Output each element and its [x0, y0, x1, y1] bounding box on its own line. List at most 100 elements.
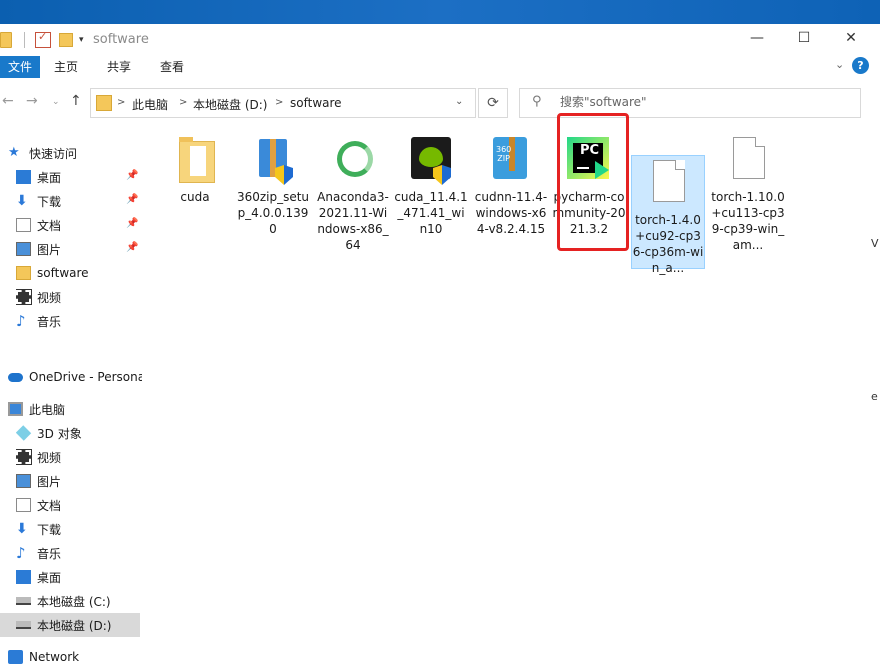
- forward-icon[interactable]: →: [26, 93, 38, 109]
- address-bar[interactable]: > 此电脑 > 本地磁盘 (D:) > software ⌄: [90, 88, 476, 118]
- nav-this-pc[interactable]: 此电脑: [8, 397, 148, 421]
- music-icon: ♪: [16, 312, 26, 330]
- close-button[interactable]: ✕: [836, 30, 866, 46]
- folder-icon: [0, 32, 12, 48]
- computer-icon: [8, 402, 23, 416]
- pin-icon[interactable]: 📌: [126, 218, 138, 229]
- ribbon-tabs: 文件 主页 共享 查看 ⌄ ?: [0, 56, 880, 80]
- network-icon: [8, 650, 23, 664]
- breadcrumb-drive-d[interactable]: 本地磁盘 (D:): [193, 96, 267, 113]
- back-icon[interactable]: ←: [2, 93, 14, 109]
- highlight-annotation: [557, 113, 629, 251]
- navigation-pane: ★ 快速访问 桌面 📌 ⬇ 下载 📌 文档 📌 图片 📌 software 视频…: [0, 134, 142, 671]
- nav-label: 音乐: [37, 546, 62, 561]
- nav-item-music[interactable]: ♪ 音乐: [16, 309, 156, 333]
- pin-icon[interactable]: 📌: [126, 170, 138, 181]
- nav-network[interactable]: Network: [8, 645, 148, 669]
- nav-item-pc-downloads[interactable]: ⬇ 下载: [16, 517, 156, 541]
- nav-item-pc-pictures[interactable]: 图片: [16, 469, 156, 493]
- nvidia-icon: [407, 137, 455, 185]
- download-icon: ⬇: [16, 521, 28, 537]
- music-icon: ♪: [16, 544, 26, 562]
- nav-item-pc-music[interactable]: ♪ 音乐: [16, 541, 156, 565]
- file-item-cuda[interactable]: cuda: [158, 137, 232, 205]
- nav-label: 图片: [37, 474, 62, 489]
- refresh-button[interactable]: ⟳: [478, 88, 508, 118]
- nav-onedrive[interactable]: OneDrive - Persona: [8, 365, 142, 389]
- pin-icon[interactable]: 📌: [126, 242, 138, 253]
- desktop-icon: [16, 170, 31, 184]
- nav-label: 本地磁盘 (D:): [37, 618, 112, 633]
- videos-icon: [16, 449, 32, 465]
- up-icon[interactable]: ↑: [70, 93, 82, 109]
- file-item-torch-14[interactable]: torch-1.4.0+cu92-cp36-cp36m-win_a...: [631, 155, 705, 275]
- nav-label: OneDrive - Persona: [29, 370, 142, 384]
- nav-label: software: [37, 266, 89, 280]
- documents-icon: [16, 498, 31, 512]
- tab-view[interactable]: 查看: [160, 56, 184, 78]
- nav-label: 下载: [37, 194, 62, 209]
- nav-item-3d-objects[interactable]: 3D 对象: [16, 421, 156, 445]
- customize-toolbar-icon[interactable]: ▾: [79, 35, 84, 45]
- collapse-ribbon-icon[interactable]: ⌄: [835, 58, 844, 71]
- quick-access-toolbar: ▾: [0, 30, 84, 48]
- window-title: software: [93, 32, 149, 47]
- chevron-right-icon: >: [275, 97, 284, 108]
- recent-locations-icon[interactable]: ⌄: [52, 97, 60, 107]
- file-item-cudnn[interactable]: 360 ZIP cudnn-11.4-windows-x64-v8.2.4.15: [474, 137, 548, 237]
- zip-badge: 360 ZIP: [496, 145, 512, 163]
- file-name: 360zip_setup_4.0.0.1390: [236, 190, 310, 236]
- chevron-right-icon: >: [179, 97, 188, 108]
- documents-icon: [16, 218, 31, 232]
- nav-quick-access[interactable]: ★ 快速访问: [8, 141, 148, 165]
- pin-icon[interactable]: 📌: [126, 194, 138, 205]
- nav-label: 视频: [37, 450, 62, 465]
- file-item-anaconda[interactable]: Anaconda3-2021.11-Windows-x86_64: [316, 137, 390, 253]
- nav-item-software[interactable]: software: [16, 261, 156, 285]
- minimize-button[interactable]: —: [742, 30, 772, 46]
- edge-fragment: V: [871, 237, 879, 250]
- file-item-torch-110[interactable]: torch-1.10.0+cu113-cp39-cp39-win_am...: [711, 137, 785, 253]
- nav-label: 文档: [37, 498, 62, 513]
- new-folder-icon[interactable]: [59, 33, 73, 47]
- anaconda-icon: [329, 137, 377, 185]
- file-item-cuda-installer[interactable]: cuda_11.4.1_471.41_win10: [394, 137, 468, 237]
- search-icon: ⚲: [532, 94, 542, 109]
- chevron-down-icon[interactable]: ⌄: [455, 96, 463, 107]
- desktop-background: [0, 0, 880, 24]
- properties-icon[interactable]: [35, 30, 51, 48]
- download-icon: ⬇: [16, 193, 28, 209]
- nav-label: 3D 对象: [37, 426, 82, 441]
- drive-icon: [16, 597, 31, 605]
- nav-label: 快速访问: [29, 146, 78, 161]
- tab-share[interactable]: 共享: [107, 56, 131, 78]
- folder-icon: [96, 95, 112, 111]
- file-item-360zip[interactable]: 360zip_setup_4.0.0.1390: [236, 137, 310, 237]
- nav-item-drive-d[interactable]: 本地磁盘 (D:): [0, 613, 140, 637]
- cloud-icon: [8, 372, 23, 382]
- help-icon[interactable]: ?: [852, 57, 869, 74]
- search-input[interactable]: [558, 94, 852, 110]
- nav-item-videos[interactable]: 视频: [16, 285, 156, 309]
- desktop-icon: [16, 570, 31, 584]
- file-name: Anaconda3-2021.11-Windows-x86_64: [317, 190, 389, 252]
- nav-label: 下载: [37, 522, 62, 537]
- chevron-right-icon: >: [117, 97, 126, 108]
- nav-item-pc-documents[interactable]: 文档: [16, 493, 156, 517]
- nav-label: 此电脑: [29, 402, 66, 417]
- nav-item-drive-c[interactable]: 本地磁盘 (C:): [16, 589, 156, 613]
- breadcrumb-this-pc[interactable]: 此电脑: [132, 96, 168, 113]
- nav-label: 音乐: [37, 314, 62, 329]
- installer-icon: [249, 137, 297, 185]
- nav-item-pc-videos[interactable]: 视频: [16, 445, 156, 469]
- file-list: cuda 360zip_setup_4.0.0.1390 Anaconda3-2…: [142, 129, 880, 671]
- tab-file[interactable]: 文件: [0, 56, 40, 78]
- nav-label: 桌面: [37, 570, 62, 585]
- nav-item-pc-desktop[interactable]: 桌面: [16, 565, 156, 589]
- breadcrumb-software[interactable]: software: [290, 96, 342, 110]
- tab-home[interactable]: 主页: [54, 56, 78, 78]
- explorer-window: ▾ software — ☐ ✕ 文件 主页 共享 查看 ⌄ ? ← → ⌄ ↑…: [0, 24, 880, 671]
- divider: [24, 32, 25, 48]
- file-name: torch-1.4.0+cu92-cp36-cp36m-win_a...: [632, 213, 704, 275]
- maximize-button[interactable]: ☐: [789, 30, 819, 46]
